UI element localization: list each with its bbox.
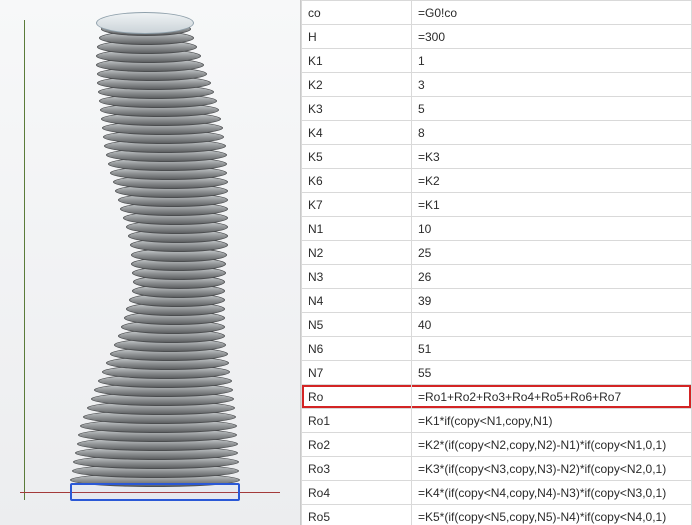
- param-name-cell[interactable]: K1: [302, 49, 412, 73]
- param-row[interactable]: K35: [302, 97, 692, 121]
- model-viewport[interactable]: [0, 0, 300, 525]
- param-value-cell[interactable]: =Ro1+Ro2+Ro3+Ro4+Ro5+Ro6+Ro7: [412, 385, 692, 409]
- param-value-cell[interactable]: 55: [412, 361, 692, 385]
- param-row[interactable]: N540: [302, 313, 692, 337]
- param-name-cell[interactable]: N4: [302, 289, 412, 313]
- param-row[interactable]: Ro3=K3*(if(copy<N3,copy,N3)-N2)*if(copy<…: [302, 457, 692, 481]
- param-row[interactable]: K7=K1: [302, 193, 692, 217]
- param-value-cell[interactable]: 5: [412, 97, 692, 121]
- param-row[interactable]: K11: [302, 49, 692, 73]
- param-row[interactable]: Ro4=K4*(if(copy<N4,copy,N4)-N3)*if(copy<…: [302, 481, 692, 505]
- param-value-cell[interactable]: 26: [412, 265, 692, 289]
- param-value-cell[interactable]: 3: [412, 73, 692, 97]
- param-row[interactable]: K5=K3: [302, 145, 692, 169]
- param-row[interactable]: Ro=Ro1+Ro2+Ro3+Ro4+Ro5+Ro6+Ro7: [302, 385, 692, 409]
- param-row[interactable]: Ro5=K5*(if(copy<N5,copy,N5)-N4)*if(copy<…: [302, 505, 692, 525]
- param-name-cell[interactable]: K6: [302, 169, 412, 193]
- param-row[interactable]: N755: [302, 361, 692, 385]
- param-row[interactable]: co=G0!co: [302, 1, 692, 25]
- param-name-cell[interactable]: N6: [302, 337, 412, 361]
- param-value-cell[interactable]: =K3*(if(copy<N3,copy,N3)-N2)*if(copy<N2,…: [412, 457, 692, 481]
- param-name-cell[interactable]: Ro5: [302, 505, 412, 525]
- param-value-cell[interactable]: =K3: [412, 145, 692, 169]
- param-row[interactable]: K6=K2: [302, 169, 692, 193]
- param-name-cell[interactable]: Ro2: [302, 433, 412, 457]
- param-name-cell[interactable]: N3: [302, 265, 412, 289]
- param-row[interactable]: Ro1=K1*if(copy<N1,copy,N1): [302, 409, 692, 433]
- tower-model: [70, 23, 240, 483]
- param-value-cell[interactable]: 39: [412, 289, 692, 313]
- param-value-cell[interactable]: =G0!co: [412, 1, 692, 25]
- param-name-cell[interactable]: N2: [302, 241, 412, 265]
- param-row[interactable]: K23: [302, 73, 692, 97]
- param-row[interactable]: N225: [302, 241, 692, 265]
- param-row[interactable]: N651: [302, 337, 692, 361]
- parameter-table[interactable]: co=G0!coH=300K11K23K35K48K5=K3K6=K2K7=K1…: [301, 0, 692, 525]
- param-row[interactable]: Ro2=K2*(if(copy<N2,copy,N2)-N1)*if(copy<…: [302, 433, 692, 457]
- param-name-cell[interactable]: co: [302, 1, 412, 25]
- base-selection-box[interactable]: [70, 483, 240, 501]
- param-value-cell[interactable]: =K5*(if(copy<N5,copy,N5)-N4)*if(copy<N4,…: [412, 505, 692, 525]
- param-name-cell[interactable]: Ro4: [302, 481, 412, 505]
- param-row[interactable]: H=300: [302, 25, 692, 49]
- param-value-cell[interactable]: 25: [412, 241, 692, 265]
- param-row[interactable]: N439: [302, 289, 692, 313]
- param-value-cell[interactable]: 51: [412, 337, 692, 361]
- param-value-cell[interactable]: =K2*(if(copy<N2,copy,N2)-N1)*if(copy<N1,…: [412, 433, 692, 457]
- param-value-cell[interactable]: =300: [412, 25, 692, 49]
- param-value-cell[interactable]: =K1: [412, 193, 692, 217]
- param-name-cell[interactable]: K4: [302, 121, 412, 145]
- param-value-cell[interactable]: 10: [412, 217, 692, 241]
- param-name-cell[interactable]: N5: [302, 313, 412, 337]
- tower-top-cap: [96, 12, 194, 34]
- param-row[interactable]: N326: [302, 265, 692, 289]
- param-row[interactable]: K48: [302, 121, 692, 145]
- param-value-cell[interactable]: =K4*(if(copy<N4,copy,N4)-N3)*if(copy<N3,…: [412, 481, 692, 505]
- param-name-cell[interactable]: K7: [302, 193, 412, 217]
- param-name-cell[interactable]: H: [302, 25, 412, 49]
- param-row[interactable]: N110: [302, 217, 692, 241]
- param-name-cell[interactable]: K2: [302, 73, 412, 97]
- param-value-cell[interactable]: 1: [412, 49, 692, 73]
- param-name-cell[interactable]: Ro1: [302, 409, 412, 433]
- param-name-cell[interactable]: K3: [302, 97, 412, 121]
- axis-y: [24, 20, 25, 500]
- param-name-cell[interactable]: Ro3: [302, 457, 412, 481]
- param-value-cell[interactable]: 40: [412, 313, 692, 337]
- param-value-cell[interactable]: =K1*if(copy<N1,copy,N1): [412, 409, 692, 433]
- param-name-cell[interactable]: Ro: [302, 385, 412, 409]
- param-name-cell[interactable]: N1: [302, 217, 412, 241]
- param-name-cell[interactable]: N7: [302, 361, 412, 385]
- param-value-cell[interactable]: 8: [412, 121, 692, 145]
- parameter-table-panel: co=G0!coH=300K11K23K35K48K5=K3K6=K2K7=K1…: [300, 0, 692, 525]
- param-value-cell[interactable]: =K2: [412, 169, 692, 193]
- param-name-cell[interactable]: K5: [302, 145, 412, 169]
